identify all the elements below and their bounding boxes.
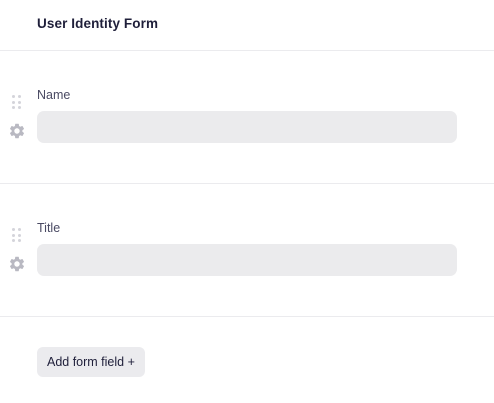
drag-handle-icon[interactable] xyxy=(12,228,21,242)
gear-icon[interactable] xyxy=(8,122,26,140)
drag-handle-icon[interactable] xyxy=(12,95,21,109)
field-label-title: Title xyxy=(37,221,61,235)
form-header: User Identity Form xyxy=(0,0,494,51)
name-input[interactable] xyxy=(37,111,457,143)
form-field-row-name: Name xyxy=(0,51,494,184)
field-label-name: Name xyxy=(37,88,71,102)
form-builder-page: User Identity Form Name Title Add form f… xyxy=(0,0,494,403)
gear-icon[interactable] xyxy=(8,255,26,273)
form-field-row-title: Title xyxy=(0,184,494,317)
add-form-field-button[interactable]: Add form field + xyxy=(37,347,145,377)
form-title: User Identity Form xyxy=(37,16,159,31)
title-input[interactable] xyxy=(37,244,457,276)
